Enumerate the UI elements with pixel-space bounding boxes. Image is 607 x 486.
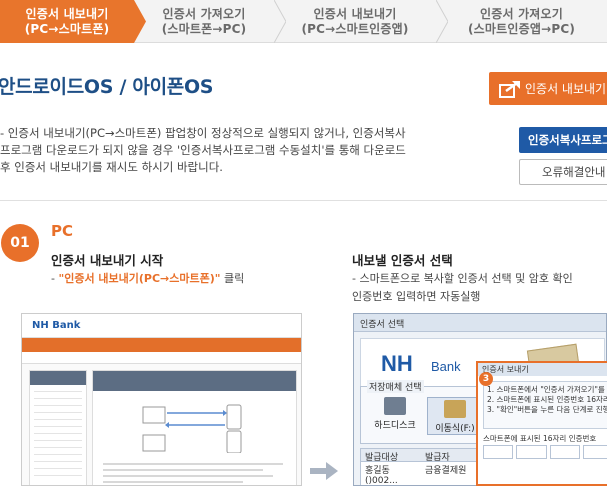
section1-suffix: 클릭 <box>220 272 245 285</box>
usb-drive-icon <box>444 400 466 418</box>
section1-highlight: "인증서 내보내기(PC→스마트폰)" <box>58 272 221 285</box>
popup-instruction-line: 3. "확인"버튼을 누른 다음 단계로 진행 <box>487 405 607 414</box>
step-badge: 3 <box>479 372 493 386</box>
tab-sublabel: (PC→스마트폰) <box>24 21 110 36</box>
description: - 인증서 내보내기(PC→스마트폰) 팝업창이 정상적으로 실행되지 않거나,… <box>0 125 470 176</box>
site-sidebar <box>29 370 87 485</box>
page-title: 안드로이드OS / 아이폰OS <box>0 76 214 98</box>
storage-label: 저장매체 선택 <box>367 380 424 393</box>
description-line: 후 인증서 내보내기를 재시도 하시기 바랍니다. <box>0 160 223 174</box>
section2-line: 인증번호 입력하면 자동실행 <box>352 290 481 303</box>
tab-export-pc-to-app[interactable]: 인증서 내보내기 (PC→스마트인증앱) <box>274 0 448 43</box>
hard-disk-icon <box>384 397 406 415</box>
copy-program-button[interactable]: 인증서복사프로그램 <box>519 127 607 153</box>
tab-import-app-to-pc[interactable]: 인증서 가져오기 (스마트인증앱→PC) <box>436 0 607 43</box>
site-topbar: NH Bank <box>22 314 301 338</box>
transfer-diagram-icon <box>142 404 242 453</box>
dialog-titlebar: 인증서 선택 <box>354 314 606 332</box>
removable-disk-option[interactable]: 이동식(F:) <box>427 397 483 435</box>
export-icon <box>499 80 520 98</box>
section2-line: - 스마트폰으로 복사할 인증서 선택 및 암호 확인 <box>352 272 573 285</box>
removable-disk-label: 이동식(F:) <box>435 424 475 434</box>
section1-title: 인증서 내보내기 시작 <box>51 253 164 268</box>
tab-label: 인증서 내보내기 <box>25 6 109 21</box>
popup-instructions: 1. 스마트폰에서 "인증서 가져오기"를 선택 2. 스마트폰에 표시된 인증… <box>483 381 607 429</box>
column-header: 발급대상 <box>365 453 399 463</box>
hard-disk-label: 하드디스크 <box>374 421 416 431</box>
tab-import-phone-to-pc[interactable]: 인증서 가져오기 (스마트폰→PC) <box>134 0 286 43</box>
description-line: 프로그램 다운로드가 되지 않을 경우 '인증서복사프로그램 수동설치'를 통해… <box>0 143 406 157</box>
screenshot-bank-site: NH Bank <box>21 313 302 486</box>
site-main <box>92 370 297 485</box>
tab-sublabel: (스마트폰→PC) <box>161 21 247 36</box>
arrow-right-icon <box>310 462 338 480</box>
tab-label: 인증서 가져오기 <box>479 6 564 21</box>
site-menubar <box>22 338 301 352</box>
hard-disk-option[interactable]: 하드디스크 <box>367 397 423 431</box>
step-label: PC <box>51 222 74 240</box>
tab-bar: 인증서 내보내기 (PC→스마트폰) 인증서 가져오기 (스마트폰→PC) 인증… <box>0 0 607 43</box>
section2-title: 내보낼 인증서 선택 <box>352 253 453 268</box>
storage-select-group: 저장매체 선택 하드디스크 이동식(F:) <box>360 380 490 444</box>
tab-label: 인증서 내보내기 <box>313 6 397 21</box>
description-line: - 인증서 내보내기(PC→스마트폰) 팝업창이 정상적으로 실행되지 않거나,… <box>0 126 406 140</box>
send-certificate-popup: 인증서 보내기 1. 스마트폰에서 "인증서 가져오기"를 선택 2. 스마트폰… <box>476 361 607 486</box>
auth-code-inputs[interactable] <box>483 445 607 459</box>
nh-bank-text: Bank <box>431 359 461 374</box>
tab-sublabel: (PC→스마트인증앱) <box>301 21 409 36</box>
error-guide-button[interactable]: 오류해결안내 <box>519 159 607 185</box>
tab-label: 인증서 가져오기 <box>162 6 246 21</box>
section2-description: - 스마트폰으로 복사할 인증서 선택 및 암호 확인 인증번호 입력하면 자동… <box>352 270 573 306</box>
popup-code-label: 스마트폰에 표시된 16자리 인증번호 <box>483 434 597 443</box>
popup-titlebar: 인증서 보내기 <box>478 363 607 376</box>
popup-instruction-line: 1. 스마트폰에서 "인증서 가져오기"를 선택 <box>487 385 607 394</box>
cell-subject: 홍길동 ()002... <box>365 466 398 486</box>
section1-description: - "인증서 내보내기(PC→스마트폰)" 클릭 <box>51 270 244 286</box>
step-number: 01 <box>1 224 39 262</box>
export-certificate-button[interactable]: 인증서 내보내기 <box>489 72 607 105</box>
popup-instruction-line: 2. 스마트폰에 표시된 인증번호 16자리 <box>487 395 607 404</box>
site-logo: NH Bank <box>32 320 81 331</box>
export-button-label: 인증서 내보내기 <box>525 82 607 96</box>
tab-export-pc-to-phone[interactable]: 인증서 내보내기 (PC→스마트폰) <box>0 0 146 43</box>
divider <box>0 200 607 201</box>
site-submenu <box>22 352 301 364</box>
tab-sublabel: (스마트인증앱→PC) <box>467 21 576 36</box>
nh-logo: NH <box>381 351 413 376</box>
